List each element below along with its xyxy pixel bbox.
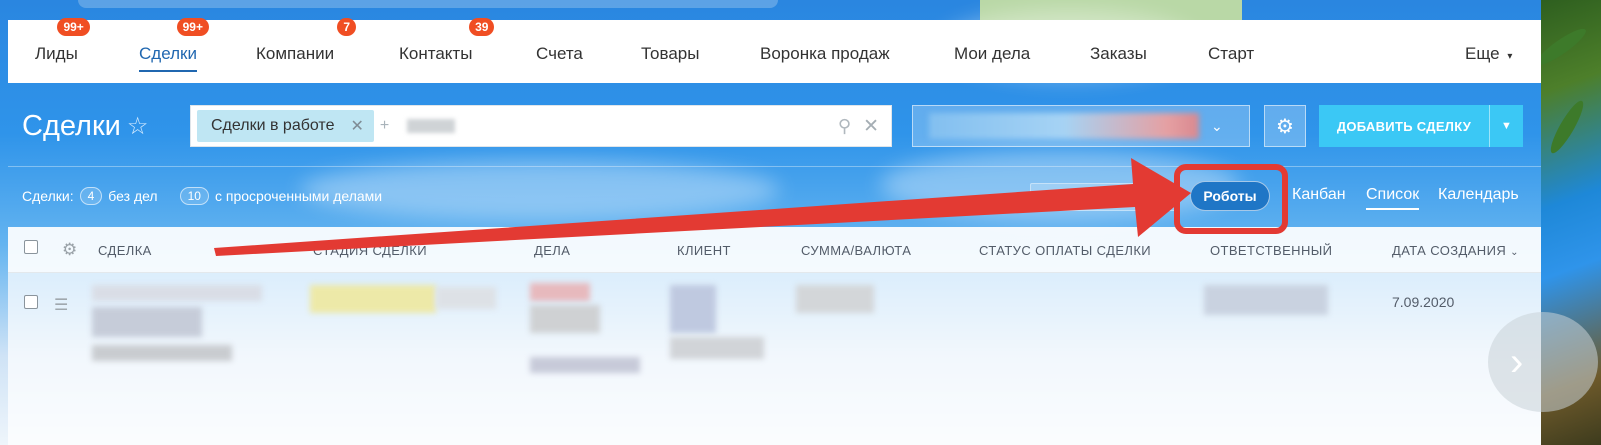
blurred-client — [670, 337, 764, 359]
filter-search-box[interactable]: Сделки в работе ✕ + ⚲ ✕ — [190, 105, 892, 147]
gear-icon[interactable]: ⚙ — [62, 240, 77, 260]
column-header-label: ДАТА СОЗДАНИЯ — [1392, 243, 1507, 258]
blurred-tasks — [530, 305, 600, 333]
nav-item-products[interactable]: Товары — [641, 44, 699, 64]
add-deal-label: ДОБАВИТЬ СДЕЛКУ — [1336, 118, 1472, 134]
column-header[interactable]: ДЕЛА — [534, 243, 570, 258]
nav-item-deals[interactable]: Сделки 99+ — [139, 18, 209, 72]
table-body: ☰ 7.09.2020 — [8, 273, 1541, 445]
deal-stats: Сделки: 4 без дел 10 с просроченными дел… — [22, 187, 382, 205]
table-header: ⚙ СДЕЛКА СТАДИЯ СДЕЛКИ ДЕЛА КЛИЕНТ СУММА… — [8, 227, 1541, 273]
column-header-sorted[interactable]: ДАТА СОЗДАНИЯ ⌄ — [1392, 243, 1519, 258]
close-icon[interactable]: ✕ — [863, 115, 879, 138]
filter-chip-label: Сделки в работе — [211, 117, 335, 134]
filter-chip[interactable]: Сделки в работе ✕ — [197, 110, 374, 142]
chevron-down-icon: ⌄ — [1211, 117, 1223, 134]
nav-item-label: Старт — [1208, 44, 1255, 63]
blurred-input-text — [407, 119, 456, 133]
nav-item-invoices[interactable]: Счета — [536, 44, 583, 64]
nav-more[interactable]: Еще ▾ — [1465, 44, 1512, 64]
top-nav: Лиды 99+ Сделки 99+ Компании 7 Контакты … — [8, 18, 1541, 83]
column-header[interactable]: СТАДИЯ СДЕЛКИ — [313, 243, 427, 258]
nav-item-label: Товары — [641, 44, 700, 63]
blurred-client — [670, 285, 716, 333]
nav-item-my-tasks[interactable]: Мои дела — [954, 44, 1030, 64]
nav-item-companies[interactable]: Компании 7 — [256, 18, 357, 64]
row-checkbox[interactable] — [24, 295, 38, 309]
nav-item-label: Воронка продаж — [760, 44, 890, 63]
blurred-stage — [436, 287, 496, 309]
nav-badge: 7 — [337, 18, 357, 36]
chevron-down-icon: ▾ — [1507, 51, 1513, 62]
blurred-deal-name — [92, 345, 232, 361]
gear-icon: ⚙ — [1276, 115, 1294, 138]
overdue-label[interactable]: с просроченными делами — [215, 188, 382, 204]
plus-icon[interactable]: + — [380, 117, 389, 135]
nav-item-label: Мои дела — [954, 44, 1031, 63]
nav-item-orders[interactable]: Заказы — [1090, 44, 1147, 64]
page-title-text: Сделки — [22, 110, 121, 142]
search-icon[interactable]: ⚲ — [838, 116, 851, 137]
tab-kanban[interactable]: Канбан — [1292, 186, 1346, 204]
blurred-tasks — [530, 357, 640, 373]
nav-badge: 99+ — [176, 18, 209, 36]
tab-list[interactable]: Список — [1366, 186, 1420, 210]
nav-item-label: Сделки — [139, 44, 197, 63]
blurred-tasks — [530, 283, 590, 301]
without-tasks-count[interactable]: 4 — [79, 187, 103, 205]
created-date: 7.09.2020 — [1392, 294, 1455, 310]
nav-item-label: Лиды — [35, 44, 78, 63]
background-top-bar — [78, 0, 778, 8]
nav-item-label: Счета — [536, 44, 583, 63]
pipeline-select[interactable]: ⌄ — [912, 105, 1250, 147]
caret-down-icon: ▼ — [1156, 190, 1167, 202]
star-icon[interactable]: ☆ — [127, 112, 149, 141]
divider — [8, 166, 1541, 167]
nav-badge: 99+ — [57, 18, 90, 36]
select-all-checkbox[interactable] — [24, 240, 38, 254]
blurred-deal-name — [92, 307, 202, 337]
column-header[interactable]: СУММА/ВАЛЮТА — [801, 243, 911, 258]
add-deal-button[interactable]: ДОБАВИТЬ СДЕЛКУ ▼ — [1319, 105, 1523, 147]
without-tasks-label[interactable]: без дел — [108, 188, 157, 204]
overdue-count[interactable]: 10 — [179, 187, 209, 205]
settings-button[interactable]: ⚙ — [1264, 105, 1306, 147]
nav-item-label: Компании — [256, 44, 335, 63]
nav-item-label: Контакты — [399, 44, 473, 63]
nav-item-label: Заказы — [1090, 44, 1147, 63]
chevron-right-icon: › — [1510, 339, 1524, 384]
close-icon[interactable]: ✕ — [350, 116, 363, 136]
annotation-highlight-box — [1174, 164, 1288, 234]
stats-label: Сделки: — [22, 188, 74, 204]
blurred-select-value — [929, 113, 1199, 139]
tab-label: Канбан — [1292, 186, 1346, 203]
column-header[interactable]: КЛИЕНТ — [677, 243, 731, 258]
page-title: Сделки ☆ — [22, 110, 148, 143]
menu-icon[interactable]: ☰ — [54, 295, 68, 315]
view-mode-select[interactable]: ▼ — [1030, 183, 1176, 211]
nav-more-label: Еще — [1465, 44, 1500, 63]
nav-item-sales-funnel[interactable]: Воронка продаж — [760, 44, 890, 64]
blurred-deal-name — [92, 285, 262, 301]
nav-item-leads[interactable]: Лиды 99+ — [35, 18, 90, 64]
tab-label: Список — [1366, 186, 1420, 203]
blurred-responsible — [1204, 285, 1328, 315]
nav-badge: 39 — [469, 18, 495, 36]
column-header[interactable]: ОТВЕТСТВЕННЫЙ — [1210, 243, 1332, 258]
chevron-down-icon: ⌄ — [1510, 247, 1519, 258]
blurred-stage — [310, 285, 436, 313]
caret-down-icon[interactable]: ▼ — [1489, 105, 1523, 147]
column-header[interactable]: СДЕЛКА — [98, 243, 152, 258]
nav-item-start[interactable]: Старт — [1208, 44, 1254, 64]
nav-item-contacts[interactable]: Контакты 39 — [399, 18, 495, 64]
tab-calendar[interactable]: Календарь — [1438, 186, 1519, 204]
next-page-button[interactable]: › — [1488, 312, 1598, 412]
tab-label: Календарь — [1438, 186, 1519, 203]
blurred-amount — [796, 285, 874, 313]
column-header[interactable]: СТАТУС ОПЛАТЫ СДЕЛКИ — [979, 243, 1151, 258]
